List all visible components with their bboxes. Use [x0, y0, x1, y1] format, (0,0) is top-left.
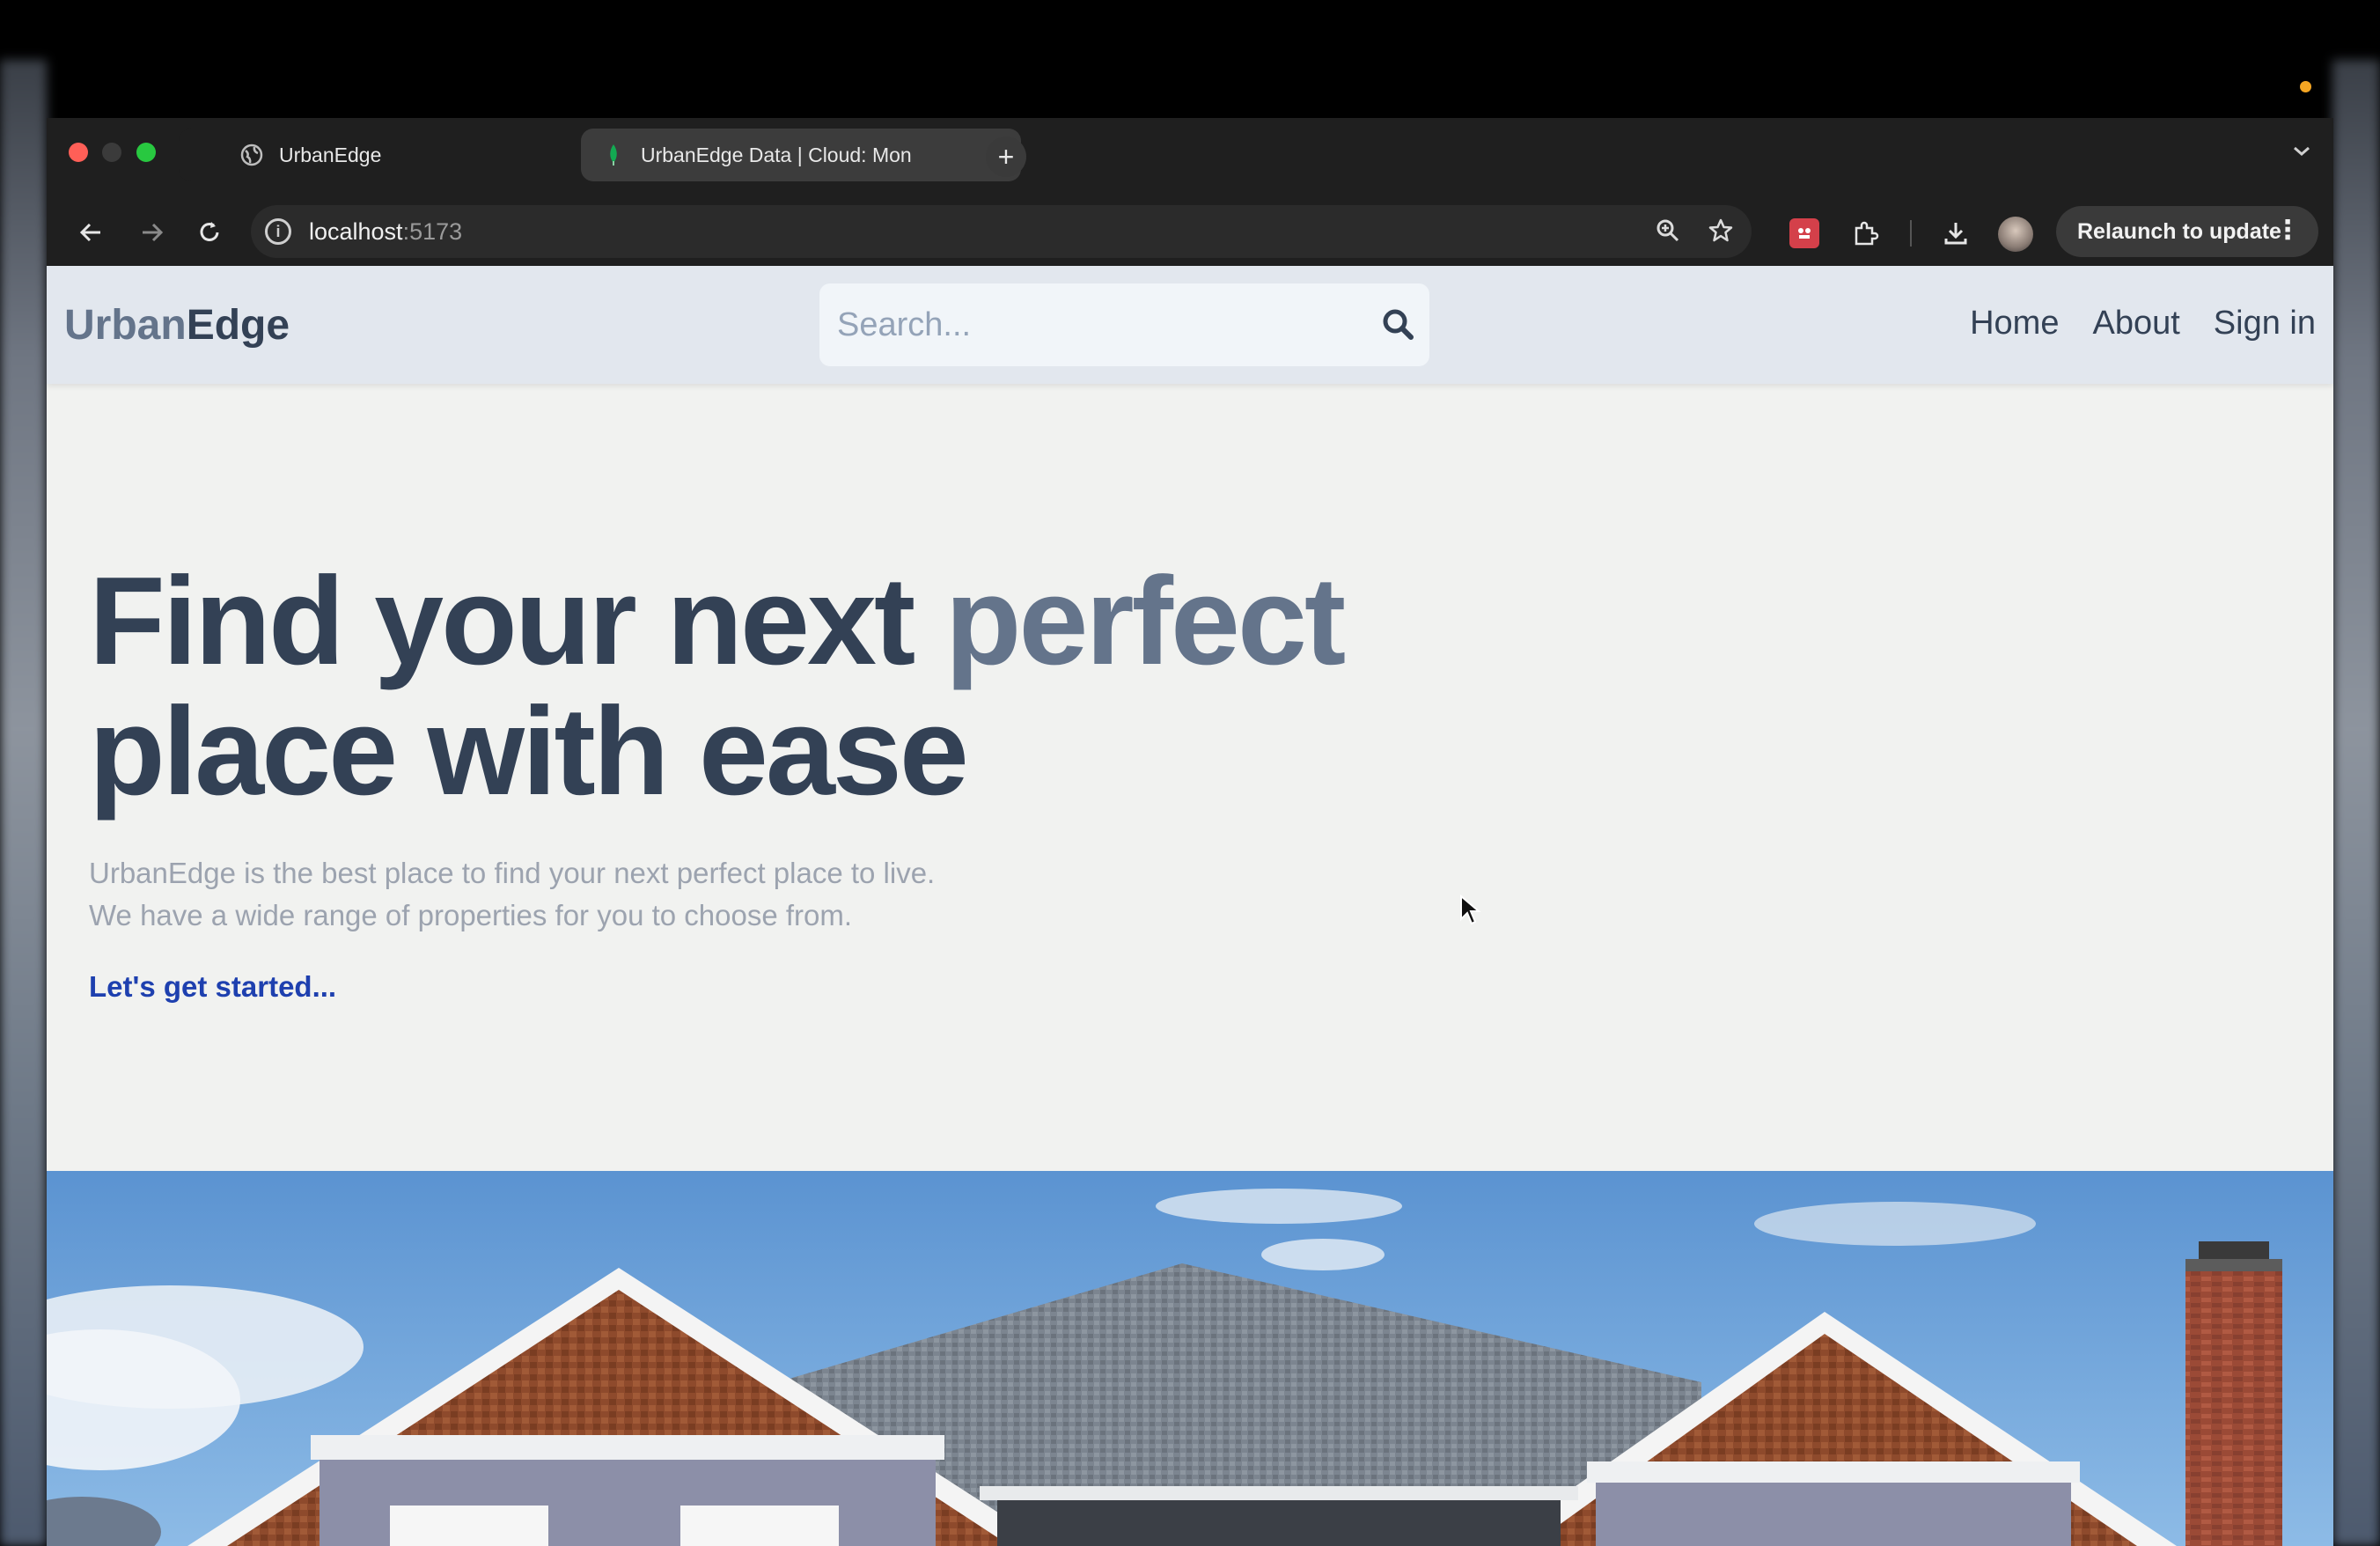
zoom-icon[interactable] [1655, 217, 1681, 250]
url-port: :5173 [402, 217, 463, 245]
close-window-button[interactable] [69, 143, 88, 162]
nav-about-link[interactable]: About [2092, 305, 2179, 342]
search-input[interactable] [837, 306, 1348, 344]
relaunch-to-update-button[interactable]: Relaunch to update ⋮ [2056, 206, 2318, 257]
browser-window: UrbanEdge ✕ UrbanEdge Data | Cloud: Mon … [47, 118, 2333, 1546]
tab-urbanedge[interactable]: UrbanEdge ✕ [179, 129, 619, 181]
headline-accent: perfect [944, 551, 1346, 691]
forward-arrow-icon[interactable] [133, 213, 172, 252]
extension-red-icon[interactable] [1789, 218, 1819, 248]
hero-house-image [47, 1171, 2333, 1546]
logo-part-edge: Edge [186, 302, 290, 349]
hero-headline: Find your next perfect place with ease [89, 556, 1585, 817]
bookmark-star-icon[interactable] [1708, 217, 1734, 250]
headline-part2: place with ease [89, 681, 969, 821]
search-icon[interactable] [1380, 306, 1415, 346]
extensions-puzzle-icon[interactable] [1851, 218, 1881, 248]
browser-toolbar: i localhost:5173 Relaunch to update ⋮ [47, 197, 2333, 266]
more-menu-icon[interactable]: ⋮ [2274, 215, 2301, 246]
subtitle-line2: We have a wide range of properties for y… [89, 899, 853, 931]
globe-icon [240, 144, 263, 166]
url-text: localhost:5173 [309, 218, 462, 246]
site-logo[interactable]: UrbanEdge [64, 301, 290, 350]
tab-title: UrbanEdge Data | Cloud: Mon [641, 143, 912, 166]
main-nav: Home About Sign in [1970, 305, 2316, 342]
hero-section: Find your next perfect place with ease U… [89, 556, 1585, 1004]
headline-part1: Find your next [89, 551, 945, 691]
search-form [819, 283, 1429, 366]
relaunch-label: Relaunch to update [2077, 218, 2281, 244]
tab-urbanedge-data[interactable]: UrbanEdge Data | Cloud: Mon ✕ [581, 129, 1021, 181]
nav-home-link[interactable]: Home [1970, 305, 2059, 342]
desktop-background-left [0, 60, 47, 1546]
recording-indicator-dot [2300, 81, 2311, 92]
download-icon[interactable] [1941, 218, 1971, 248]
site-info-icon[interactable]: i [265, 218, 291, 245]
get-started-link[interactable]: Let's get started... [89, 970, 336, 1004]
tab-search-chevron-icon[interactable] [2291, 141, 2312, 164]
profile-avatar[interactable] [1998, 217, 2033, 252]
tab-bar: UrbanEdge ✕ UrbanEdge Data | Cloud: Mon … [47, 118, 2333, 197]
address-bar[interactable]: i localhost:5173 [251, 205, 1752, 258]
new-tab-button[interactable]: + [986, 136, 1026, 177]
back-arrow-icon[interactable] [71, 213, 110, 252]
url-host: localhost [309, 217, 403, 245]
mongodb-leaf-icon [602, 144, 625, 166]
mouse-cursor-icon [1459, 894, 1482, 931]
maximize-window-button[interactable] [136, 143, 156, 162]
minimize-window-button[interactable] [102, 143, 121, 162]
reload-icon[interactable] [190, 213, 229, 252]
logo-part-urban: Urban [64, 302, 187, 349]
tab-title: UrbanEdge [279, 143, 382, 166]
toolbar-divider [1910, 220, 1912, 247]
nav-sign-in-link[interactable]: Sign in [2214, 305, 2316, 342]
desktop-background-right [2332, 60, 2380, 1546]
hero-subtitle: UrbanEdge is the best place to find your… [89, 852, 1585, 937]
site-header: UrbanEdge Home About Sign in [47, 266, 2333, 384]
subtitle-line1: UrbanEdge is the best place to find your… [89, 857, 936, 889]
